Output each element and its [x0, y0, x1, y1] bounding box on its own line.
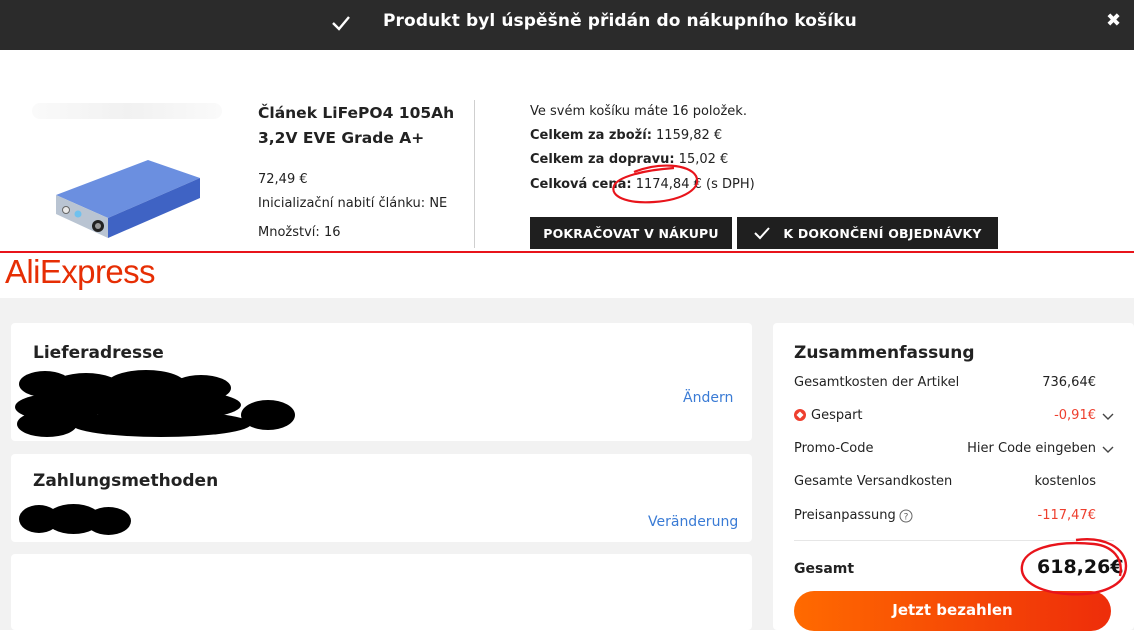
shipping-total-value: 15,02 €: [678, 152, 729, 167]
grand-total-label: Gesamt: [794, 561, 855, 577]
change-payment-link[interactable]: Veränderung: [648, 514, 738, 530]
shipping-label: Gesamte Versandkosten: [794, 474, 953, 489]
items-total-value: 736,64€: [1042, 375, 1096, 390]
price-adjustment-label: Preisanpassung: [794, 508, 896, 523]
summary-divider: [794, 540, 1114, 541]
promo-code-input[interactable]: Hier Code eingeben: [967, 441, 1096, 456]
goods-total-label: Celkem za zboží:: [530, 128, 652, 143]
cart-shipping-total: Celkem za dopravu: 15,02 €: [530, 152, 728, 167]
goods-total-value: 1159,82 €: [656, 128, 723, 143]
help-icon[interactable]: ?: [899, 509, 913, 523]
init-charge-label: Inicializační nabití článku:: [258, 196, 426, 211]
promo-code-label: Promo-Code: [794, 441, 874, 456]
checkout-button-label: K DOKONČENÍ OBJEDNÁVKY: [783, 225, 982, 241]
shipping-total-label: Celkem za dopravu:: [530, 152, 675, 167]
check-icon: [754, 227, 771, 240]
cart-grand-total: Celková cena: 1174,84 € (s DPH): [530, 177, 755, 192]
redacted-text: [71, 411, 251, 437]
grand-total-value: 618,26€: [1037, 556, 1124, 578]
shipping-value: kostenlos: [1034, 474, 1096, 489]
notification-bar: Produkt byl úspěšně přidán do nákupního …: [0, 0, 1134, 50]
product-name[interactable]: Článek LiFePO4 105Ah 3,2V EVE Grade A+: [258, 101, 468, 151]
address-card: Lieferadresse Ändern: [11, 323, 752, 441]
quantity-label: Množství:: [258, 225, 320, 240]
coupon-icon: [794, 409, 806, 421]
faded-placeholder: [32, 103, 222, 119]
price-adjustment-value: -117,47€: [1037, 508, 1096, 523]
payment-card: Zahlungsmethoden Veränderung: [11, 454, 752, 542]
quantity-value: 16: [323, 225, 341, 240]
svg-text:?: ?: [904, 513, 909, 523]
battery-cell-image: [56, 160, 200, 238]
change-address-link[interactable]: Ändern: [683, 390, 733, 406]
summary-title: Zusammenfassung: [794, 343, 975, 363]
address-title: Lieferadresse: [33, 343, 164, 363]
order-items-card: [11, 554, 752, 630]
aliexpress-logo[interactable]: AliExpress: [5, 253, 155, 291]
chevron-down-icon[interactable]: [1102, 413, 1114, 421]
redacted-text: [86, 507, 131, 535]
payment-title: Zahlungsmethoden: [33, 471, 219, 491]
product-quantity: Množství: 16: [258, 225, 340, 240]
grand-total-label: Celková cena:: [530, 177, 632, 192]
chevron-down-icon[interactable]: [1102, 446, 1114, 454]
cart-goods-total: Celkem za zboží: 1159,82 €: [530, 128, 722, 143]
close-icon[interactable]: ✖: [1106, 10, 1121, 31]
grand-total-value: 1174,84 € (s DPH): [635, 177, 755, 192]
product-price: 72,49 €: [258, 172, 308, 187]
init-charge-value: NE: [429, 196, 448, 211]
saved-value: -0,91€: [1054, 408, 1096, 423]
notification-message: Produkt byl úspěšně přidán do nákupního …: [383, 11, 857, 31]
saved-label: Gespart: [811, 408, 863, 423]
redacted-text: [17, 411, 77, 437]
pay-now-button[interactable]: Jetzt bezahlen: [794, 591, 1111, 631]
checkout-button[interactable]: K DOKONČENÍ OBJEDNÁVKY: [737, 217, 998, 249]
product-init-charge: Inicializační nabití článku: NE: [258, 196, 447, 211]
check-icon: [332, 16, 350, 31]
items-total-label: Gesamtkosten der Artikel: [794, 375, 960, 390]
continue-shopping-button[interactable]: POKRAČOVAT V NÁKUPU: [530, 217, 732, 249]
order-summary-card: Zusammenfassung Gesamtkosten der Artikel…: [773, 323, 1134, 631]
cart-items-count: Ve svém košíku máte 16 položek.: [530, 104, 747, 119]
annotation-separator-line: [0, 251, 1134, 253]
divider: [474, 100, 475, 248]
